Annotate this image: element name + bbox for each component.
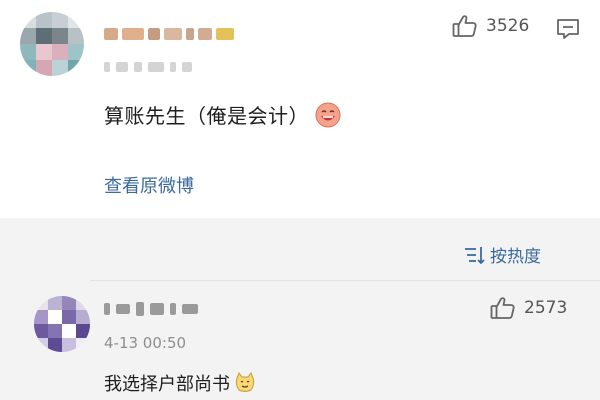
post-like-count: 3526 [486, 16, 530, 36]
commenter-name-blurred[interactable] [104, 302, 198, 316]
comment-timestamp: 4-13 00:50 [104, 334, 187, 352]
sort-label: 按热度 [490, 247, 541, 267]
comment-divider [90, 280, 600, 281]
sort-lines-icon [465, 246, 485, 264]
thumbs-up-icon [452, 15, 477, 37]
author-avatar[interactable] [20, 12, 84, 76]
comment-text-content: 我选择户部尚书 [104, 374, 230, 395]
laughing-face-emoji-icon [315, 102, 341, 127]
post-meta-blurred [104, 62, 192, 72]
commenter-avatar[interactable] [34, 296, 90, 352]
post-text-content: 算账先生（俺是会计） [104, 104, 309, 128]
cat-face-emoji-icon [235, 372, 255, 392]
sort-by-popularity-button[interactable]: 按热度 [464, 242, 541, 267]
comment-like-button[interactable]: 2573 [490, 296, 567, 320]
comment-like-count: 2573 [524, 298, 568, 318]
view-original-weibo-link[interactable]: 查看原微博 [104, 172, 194, 198]
comment-icon [557, 19, 579, 39]
comment-button[interactable] [556, 18, 580, 44]
post-like-button[interactable]: 3526 [452, 14, 529, 38]
thumbs-up-icon [490, 297, 515, 319]
comment-text: 我选择户部尚书 [104, 370, 256, 396]
post-text: 算账先生（俺是会计） [104, 100, 341, 129]
author-name-blurred[interactable] [104, 26, 234, 42]
